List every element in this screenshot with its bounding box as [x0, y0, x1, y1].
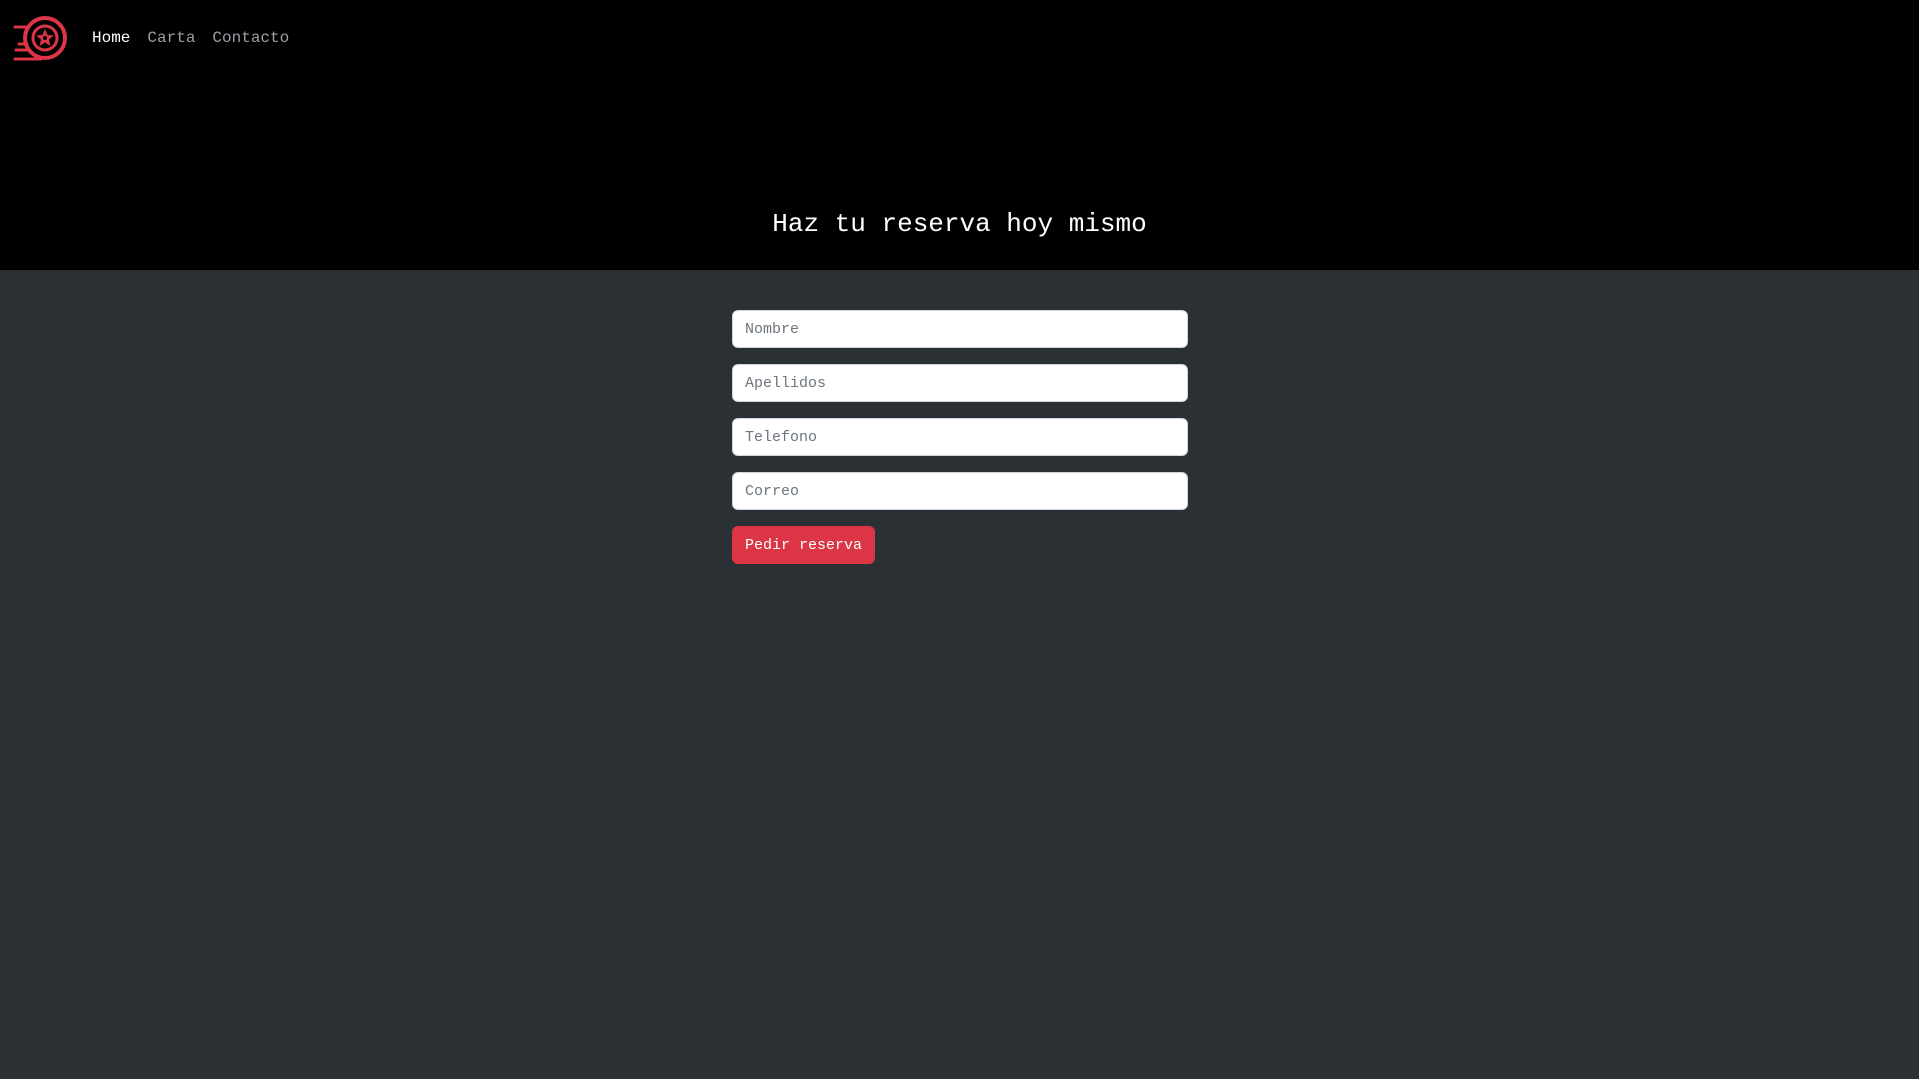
nombre-input[interactable]: [732, 310, 1188, 348]
nav-link-carta[interactable]: Carta: [147, 29, 195, 47]
nav-links: Home Carta Contacto: [92, 29, 289, 47]
navbar: Home Carta Contacto: [0, 0, 1919, 76]
nav-link-contacto[interactable]: Contacto: [212, 29, 289, 47]
tire-wheel-icon[interactable]: [13, 14, 69, 62]
pedir-reserva-button[interactable]: Pedir reserva: [732, 526, 876, 564]
page-title: Haz tu reserva hoy mismo: [772, 209, 1147, 239]
nav-link-home[interactable]: Home: [92, 29, 130, 47]
apellidos-input[interactable]: [732, 364, 1188, 402]
telefono-input[interactable]: [732, 418, 1188, 456]
hero-section: Home Carta Contacto Haz tu reserva hoy m…: [0, 0, 1919, 270]
correo-input[interactable]: [732, 472, 1188, 510]
reservation-form: Pedir reserva: [732, 310, 1188, 564]
